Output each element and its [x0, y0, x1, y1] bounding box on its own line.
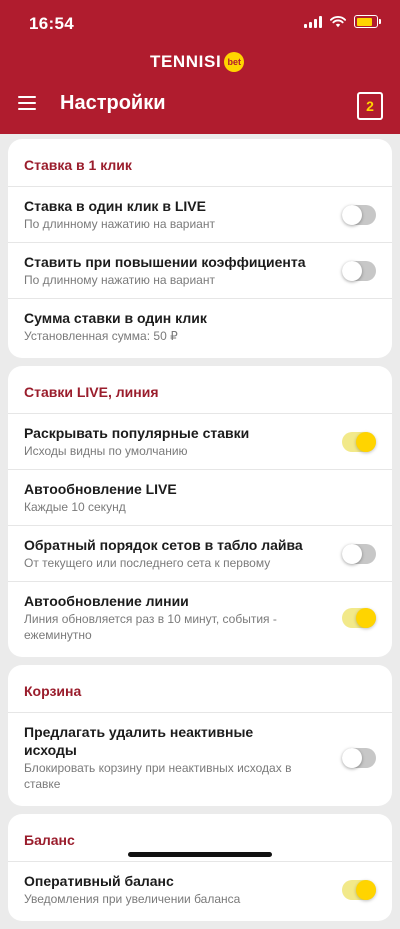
hamburger-menu-icon[interactable]: [18, 96, 36, 110]
setting-subtitle: Блокировать корзину при неактивных исход…: [24, 761, 292, 791]
toggle-switch[interactable]: [342, 607, 376, 628]
page-title: Настройки: [60, 92, 166, 114]
setting-subtitle: Линия обновляется раз в 10 минут, событи…: [24, 612, 277, 642]
setting-subtitle: Уведомления при увеличении баланса: [24, 892, 241, 906]
toggle-knob: [356, 607, 376, 628]
signal-icon: [304, 15, 322, 28]
battery-icon: [354, 15, 381, 28]
coupon-button[interactable]: 2: [357, 92, 383, 120]
settings-section-card: Ставка в 1 клик Ставка в один клик в LIVE…: [8, 139, 392, 358]
setting-row[interactable]: Автообновление линии Линия обновляется ра…: [8, 581, 392, 653]
toggle-knob: [342, 260, 362, 281]
setting-row[interactable]: Ставить при повышении коэффициента По дли…: [8, 242, 392, 298]
brand-logo: TENNISI bet: [150, 52, 245, 72]
status-time: 16:54: [29, 14, 74, 33]
setting-row[interactable]: Оперативный баланс Уведомления при увелич…: [8, 861, 392, 917]
setting-row[interactable]: Автообновление LIVE Каждые 10 секунд: [8, 469, 392, 525]
battery-level: [356, 17, 372, 26]
setting-title: Раскрывать популярные ставки: [24, 425, 250, 441]
toggle-knob: [342, 204, 362, 225]
setting-row[interactable]: Сумма ставки в один клик Установленная су…: [8, 298, 392, 354]
setting-title: Автообновление LIVE: [24, 481, 177, 497]
toggle-switch[interactable]: [342, 204, 376, 225]
setting-row[interactable]: Предлагать удалить неактивные исходы Блок…: [8, 712, 392, 802]
setting-subtitle: От текущего или последнего сета к первом…: [24, 556, 271, 570]
toggle-switch[interactable]: [342, 879, 376, 900]
setting-subtitle: По длинному нажатию на вариант: [24, 273, 215, 287]
section-title: Ставка в 1 клик: [24, 157, 132, 173]
setting-subtitle: Каждые 10 секунд: [24, 500, 126, 514]
setting-subtitle: Исходы видны по умолчанию: [24, 444, 188, 458]
toggle-switch[interactable]: [342, 543, 376, 564]
setting-subtitle: Установленная сумма: 50 ₽: [24, 329, 178, 343]
coupon-count-badge: 2: [366, 98, 374, 114]
setting-row[interactable]: Ставка в один клик в LIVE По длинному наж…: [8, 186, 392, 242]
setting-row[interactable]: Раскрывать популярные ставки Исходы видны…: [8, 413, 392, 469]
settings-list: Ставка в 1 клик Ставка в один клик в LIVE…: [8, 139, 392, 929]
wifi-icon: [330, 15, 346, 27]
status-icons: [304, 15, 381, 28]
settings-section-card: Ставки LIVE, линия Раскрывать популярные …: [8, 366, 392, 657]
section-title: Корзина: [24, 683, 82, 699]
toggle-knob: [356, 431, 376, 452]
section-title: Ставки LIVE, линия: [24, 384, 159, 400]
setting-title: Оперативный баланс: [24, 873, 174, 889]
settings-section-card: Корзина Предлагать удалить неактивные исх…: [8, 665, 392, 806]
toggle-switch[interactable]: [342, 260, 376, 281]
setting-title: Обратный порядок сетов в табло лайва: [24, 537, 303, 553]
logo-badge: bet: [224, 52, 245, 72]
toggle-switch[interactable]: [342, 747, 376, 768]
toggle-knob: [356, 879, 376, 900]
setting-row[interactable]: Обратный порядок сетов в табло лайва От т…: [8, 525, 392, 581]
setting-subtitle: По длинному нажатию на вариант: [24, 217, 215, 231]
logo-text: TENNISI: [150, 52, 222, 71]
setting-title: Ставить при повышении коэффициента: [24, 254, 306, 270]
home-indicator[interactable]: [128, 852, 272, 857]
setting-title: Сумма ставки в один клик: [24, 310, 207, 326]
setting-title: Предлагать удалить неактивные исходы: [24, 724, 254, 758]
setting-title: Автообновление линии: [24, 593, 189, 609]
toggle-knob: [342, 747, 362, 768]
settings-section-card: Баланс Оперативный баланс Уведомления при …: [8, 814, 392, 921]
toggle-switch[interactable]: [342, 431, 376, 452]
toggle-knob: [342, 543, 362, 564]
app-header: 16:54 TENNISI bet Настройки 2: [0, 0, 400, 134]
setting-title: Ставка в один клик в LIVE: [24, 198, 206, 214]
